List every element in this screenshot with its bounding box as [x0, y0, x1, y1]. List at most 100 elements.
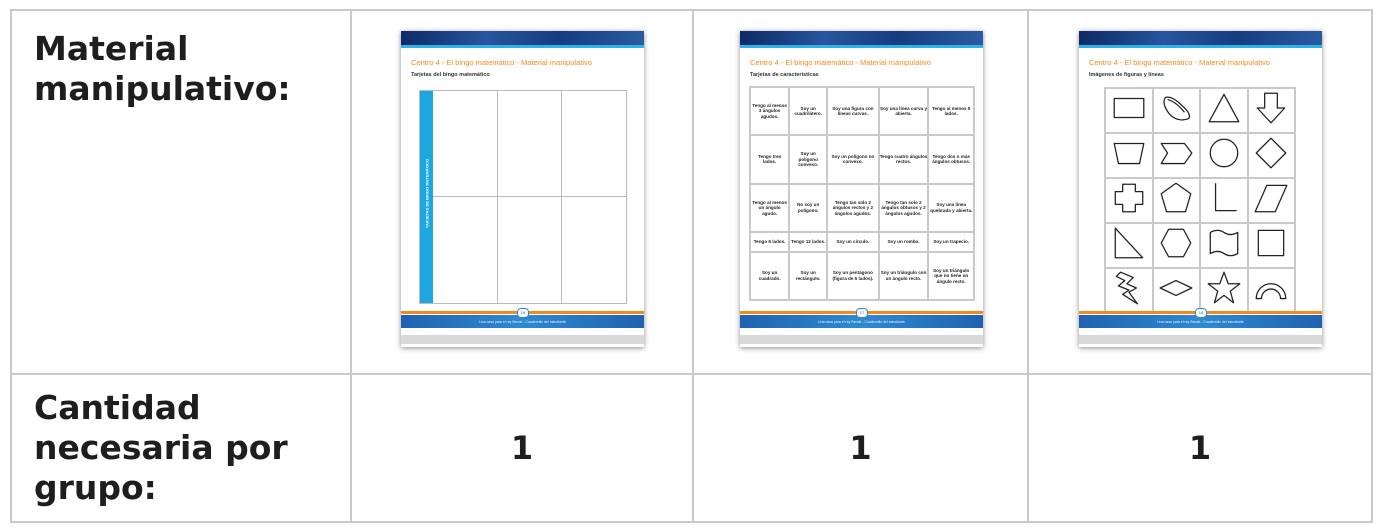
parallelogram-icon: [1254, 184, 1288, 213]
shape-cell: [1246, 177, 1296, 224]
card-row: Tengo tres lados. Soy un polígono convexo…: [748, 134, 975, 185]
row-quantity: Cantidad necesaria por grupo: 1 1 1: [10, 373, 1373, 523]
characteristic-card: Soy un rectángulo.: [788, 250, 829, 302]
page-number: 16: [517, 308, 529, 318]
row-header-quantity: Cantidad necesaria por grupo:: [10, 373, 352, 523]
cross-icon: [1114, 183, 1144, 213]
shape-cell: [1151, 87, 1201, 134]
oval-curve-icon: [1163, 96, 1191, 121]
pentagon-icon: [1160, 182, 1192, 213]
page-subtitle: Tarjetas de características: [750, 72, 819, 78]
l-shape-line-icon: [1214, 183, 1237, 212]
characteristic-cards-grid: Tengo al menos 3 ángulos agudos. Soy un c…: [748, 85, 975, 302]
shape-row: [1104, 87, 1296, 134]
flat-rhombus-icon: [1159, 279, 1193, 297]
characteristic-card: Tengo al menos 3 ángulos agudos.: [748, 85, 791, 137]
page-banner: [401, 31, 644, 45]
characteristic-card: Soy un polígono no convexo.: [826, 134, 880, 185]
shape-row: [1104, 132, 1296, 179]
shape-cell: [1104, 87, 1154, 134]
characteristic-card: Soy un triángulo que no tiene un ángulo …: [927, 250, 975, 302]
shape-cell: [1199, 132, 1249, 179]
thumbnail-shape-images: Centro 4 - El bingo matemático - Materia…: [1079, 31, 1322, 347]
shape-cell: [1151, 177, 1201, 224]
card-row: Soy un cuadrado. Soy un rectángulo. Soy un…: [748, 250, 975, 302]
arrow-down-icon: [1256, 92, 1286, 124]
arch-icon: [1255, 283, 1287, 300]
shape-cell: [1151, 132, 1201, 179]
shape-cell: [1199, 222, 1249, 269]
quantity-value: 1: [350, 373, 694, 523]
page-footer-text: Una casa para el rey Benoit - Cuadernill…: [1157, 320, 1244, 324]
page-banner: [740, 31, 983, 45]
characteristic-card: Tengo tan solo 2 ángulos obtusos y 2 áng…: [877, 182, 930, 233]
square-icon: [1257, 229, 1285, 257]
characteristic-card: Soy un rombo.: [877, 231, 930, 253]
shape-cell: [1246, 222, 1296, 269]
lightning-bolt-icon: [1115, 271, 1138, 305]
shape-cell: [1104, 267, 1154, 314]
characteristic-card: Tengo tan solo 2 ángulos rectos y 2 ángu…: [826, 182, 880, 233]
characteristic-card: Soy un pentágono (figura de 5 lados).: [826, 250, 880, 302]
characteristic-card: Tengo cuatro ángulos rectos.: [877, 134, 930, 185]
characteristic-card: Soy un polígono convexo.: [788, 134, 829, 185]
characteristic-card: Soy una línea curva y abierta.: [877, 85, 930, 137]
right-triangle-icon: [1114, 227, 1144, 259]
page-footer-text: Una casa para el rey Benoit - Cuadernill…: [818, 320, 905, 324]
shape-cell: [1199, 177, 1249, 224]
rhombus-icon: [1255, 137, 1287, 169]
shape-cell: [1104, 222, 1154, 269]
page-title: Centro 4 - El bingo matemático - Materia…: [411, 58, 592, 67]
triangle-icon: [1208, 93, 1240, 123]
thumbnail-characteristic-cards: Centro 4 - El bingo matemático - Materia…: [740, 31, 983, 347]
characteristic-card: Soy una línea quebrada y abierta.: [927, 182, 975, 233]
page-footer-text: Una casa para el rey Benoit - Cuadernill…: [479, 320, 566, 324]
bingo-card-grid: TARJETAS DE BINGO MATEMÁTICO: [419, 90, 627, 304]
hexagon-icon: [1160, 228, 1192, 258]
shape-cell: [1104, 177, 1154, 224]
cell-thumbnail-2: Centro 4 - El bingo matemático - Materia…: [692, 9, 1029, 375]
card-row: Tengo al menos un ángulo agudo. No soy un…: [748, 182, 975, 233]
shape-cell: [1151, 222, 1201, 269]
thumbnail-bingo-cards: Centro 4 - El bingo matemático - Materia…: [401, 31, 644, 347]
page-number: 17: [856, 308, 868, 318]
card-row: Tengo 6 lados. Tengo 12 lados. Soy un círc…: [748, 231, 975, 253]
shape-cell: [1104, 132, 1154, 179]
characteristic-card: Soy un cuadrado.: [748, 250, 791, 302]
characteristic-card: Tengo tres lados.: [748, 134, 791, 185]
characteristic-card: Soy un trapecio.: [927, 231, 975, 253]
bingo-side-label: TARJETAS DE BINGO MATEMÁTICO: [424, 158, 430, 229]
circle-icon: [1209, 138, 1239, 168]
page-subtitle: Imágenes de figuras y líneas: [1089, 72, 1164, 78]
chevron-pentagon-icon: [1160, 142, 1193, 165]
page-number: 18: [1195, 308, 1207, 318]
characteristic-card: Tengo al menos 5 lados.: [927, 85, 975, 137]
characteristic-card: Tengo 6 lados.: [748, 231, 791, 253]
star-icon: [1207, 271, 1241, 304]
shape-cell: [1151, 267, 1201, 314]
quantity-value: 1: [692, 373, 1029, 523]
characteristic-card: Soy un círculo.: [826, 231, 880, 253]
cell-thumbnail-1: Centro 4 - El bingo matemático - Materia…: [350, 9, 694, 375]
card-row: Tengo al menos 3 ángulos agudos. Soy un c…: [748, 85, 975, 137]
page-title: Centro 4 - El bingo matemático - Materia…: [1089, 58, 1270, 67]
page-subtitle: Tarjetas del bingo matemático: [411, 72, 490, 78]
characteristic-card: No soy un polígono.: [788, 182, 829, 233]
shape-cell: [1246, 132, 1296, 179]
rectangle-icon: [1113, 97, 1145, 119]
characteristic-card: Soy un cuadrilátero.: [788, 85, 829, 137]
shape-row: [1104, 177, 1296, 224]
characteristic-card: Tengo dos o más ángulos obtusos.: [927, 134, 975, 185]
page-title: Centro 4 - El bingo matemático - Materia…: [750, 58, 931, 67]
shape-row: [1104, 222, 1296, 269]
row-material: Material manipulativo: Centro 4 - El bin…: [10, 9, 1373, 375]
quantity-value: 1: [1027, 373, 1373, 523]
shape-row: [1104, 267, 1296, 314]
characteristic-card: Tengo al menos un ángulo agudo.: [748, 182, 791, 233]
characteristic-card: Soy un triángulo con un ángulo recto.: [877, 250, 930, 302]
shape-images-grid: [1104, 87, 1296, 314]
row-header-material: Material manipulativo:: [10, 9, 352, 375]
characteristic-card: Tengo 12 lados.: [788, 231, 829, 253]
shape-cell: [1246, 87, 1296, 134]
materials-table: Material manipulativo: Centro 4 - El bin…: [10, 9, 1373, 523]
